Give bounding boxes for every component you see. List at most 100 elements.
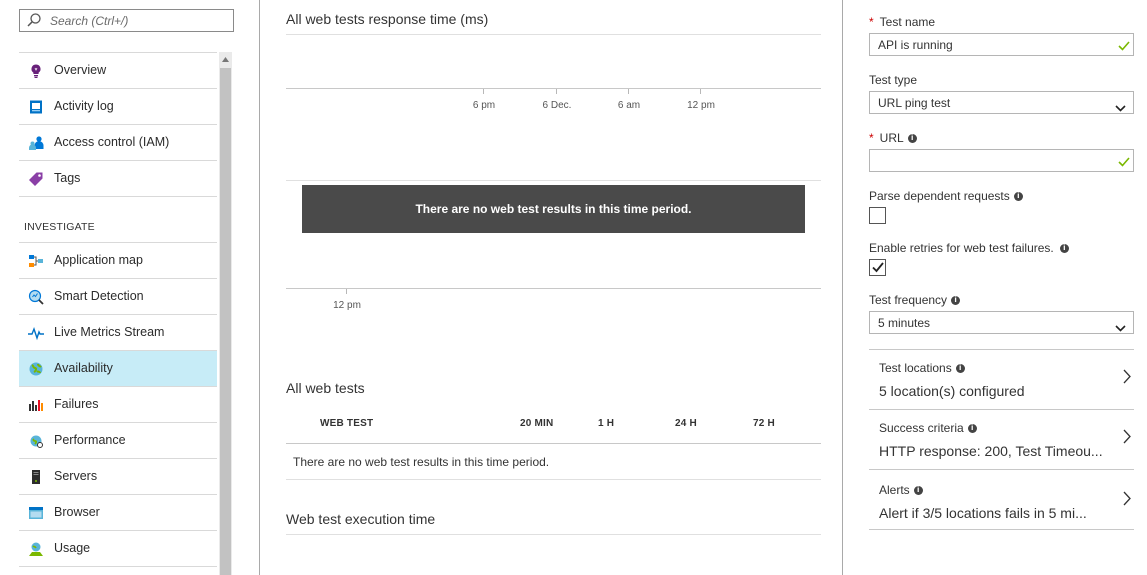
search-box[interactable]: [19, 9, 234, 32]
x-axis-tick: [483, 89, 484, 94]
nav-item-label: Live Metrics Stream: [54, 325, 165, 339]
test-frequency-value: 5 minutes: [878, 316, 931, 330]
nav-item-label: Smart Detection: [54, 289, 144, 303]
chevron-down-icon: [1115, 320, 1126, 335]
test-frequency-label: Test frequency i: [869, 293, 961, 307]
test-locations-value: 5 location(s) configured: [879, 383, 1025, 399]
test-name-input[interactable]: [878, 37, 1108, 53]
response-time-chart-title: All web tests response time (ms): [286, 11, 489, 27]
enable-retries-label: Enable retries for web test failures. i: [869, 241, 1069, 255]
url-input[interactable]: [878, 153, 1108, 169]
test-frequency-dropdown[interactable]: 5 minutes: [869, 311, 1134, 334]
info-icon[interactable]: i: [907, 133, 917, 143]
table-divider: [286, 479, 821, 480]
info-icon[interactable]: i: [913, 485, 923, 495]
info-icon[interactable]: i: [967, 423, 977, 433]
info-icon[interactable]: i: [1013, 191, 1023, 201]
nav-item-servers[interactable]: Servers: [19, 458, 217, 494]
nav-item-access-control[interactable]: Access control (IAM): [19, 124, 217, 160]
info-icon[interactable]: i: [1059, 243, 1069, 253]
nav-item-label: Activity log: [54, 99, 114, 113]
parse-dependent-checkbox[interactable]: [869, 207, 886, 224]
enable-retries-checkbox[interactable]: [869, 259, 886, 276]
browser-icon: [28, 505, 44, 521]
chevron-right-icon: [1123, 429, 1131, 447]
x-axis-tick-label: 6 Dec.: [542, 100, 572, 111]
column-header-web-test[interactable]: WEB TEST: [320, 418, 373, 429]
url-field[interactable]: [869, 149, 1134, 172]
server-icon: [28, 469, 44, 485]
info-icon[interactable]: i: [951, 295, 961, 305]
required-star-icon: *: [869, 131, 874, 145]
x-axis-tick-label: 12 pm: [687, 100, 715, 111]
success-criteria-blade[interactable]: Success criteria i HTTP response: 200, T…: [869, 409, 1134, 469]
caret-up-icon: [222, 57, 229, 62]
globe-icon: [28, 361, 44, 377]
x-axis-tick-label: 6 pm: [472, 100, 496, 111]
performance-icon: [28, 433, 44, 449]
alerts-blade[interactable]: Alerts i Alert if 3/5 locations fails in…: [869, 469, 1134, 529]
pane-divider: [842, 0, 843, 575]
success-criteria-value: HTTP response: 200, Test Timeou...: [879, 443, 1103, 459]
valid-check-icon: [1118, 155, 1130, 170]
test-name-field[interactable]: [869, 33, 1134, 56]
x-axis-tick-label: 12 pm: [333, 300, 361, 311]
nav-item-browser[interactable]: Browser: [19, 494, 217, 530]
lower-chart-x-axis: [286, 288, 821, 289]
x-axis-tick: [700, 89, 701, 94]
nav-scrollbar[interactable]: [219, 52, 232, 575]
x-axis-tick: [346, 289, 347, 294]
chart-gridline: [286, 34, 821, 35]
x-axis-tick: [556, 89, 557, 94]
alerts-label: Alerts i: [879, 483, 923, 497]
people-icon: [28, 135, 44, 151]
column-header-1-h[interactable]: 1 H: [598, 418, 614, 429]
nav-item-smart-detection[interactable]: Smart Detection: [19, 278, 217, 314]
nav-item-overview[interactable]: Overview: [19, 52, 217, 88]
x-axis-tick: [628, 89, 629, 94]
test-type-dropdown[interactable]: URL ping test: [869, 91, 1134, 114]
column-header-24-h[interactable]: 24 H: [675, 418, 697, 429]
valid-check-icon: [1118, 39, 1130, 54]
nav-item-label: Servers: [54, 469, 98, 483]
chevron-right-icon: [1123, 491, 1131, 509]
scroll-thumb[interactable]: [220, 68, 231, 575]
nav-item-failures[interactable]: Failures: [19, 386, 217, 422]
app-map-icon: [28, 253, 44, 269]
log-icon: [28, 99, 44, 115]
nav-item-label: Failures: [54, 397, 99, 411]
x-axis-tick-label: 6 am: [617, 100, 641, 111]
test-locations-blade[interactable]: Test locations i 5 location(s) configure…: [869, 349, 1134, 409]
nav-item-activity-log[interactable]: Activity log: [19, 88, 217, 124]
column-header-20-min[interactable]: 20 MIN: [520, 418, 553, 429]
column-header-72-h[interactable]: 72 H: [753, 418, 775, 429]
chevron-down-icon: [1115, 100, 1126, 115]
required-star-icon: *: [869, 15, 874, 29]
usage-icon: [28, 541, 44, 557]
nav-item-label: Tags: [54, 171, 81, 185]
table-header-divider: [286, 443, 821, 444]
url-label: * URL i: [869, 131, 917, 145]
no-results-banner: There are no web test results in this ti…: [302, 185, 805, 233]
nav-item-label: Overview: [54, 63, 107, 77]
failures-chart-icon: [28, 397, 44, 413]
nav-item-tags[interactable]: Tags: [19, 160, 217, 196]
nav-divider: [19, 196, 217, 197]
checkmark-icon: [872, 262, 884, 273]
nav-item-availability[interactable]: Availability: [19, 350, 217, 386]
blade-divider: [869, 529, 1134, 530]
search-input[interactable]: [50, 12, 228, 29]
search-icon: [26, 12, 42, 31]
lightbulb-icon: [28, 63, 44, 79]
nav-item-label: Availability: [54, 361, 113, 375]
info-icon[interactable]: i: [955, 363, 965, 373]
nav-item-application-map[interactable]: Application map: [19, 242, 217, 278]
scroll-up-button[interactable]: [219, 52, 232, 66]
test-type-label: Test type: [869, 73, 918, 87]
test-type-value: URL ping test: [878, 96, 951, 110]
nav-item-live-metrics[interactable]: Live Metrics Stream: [19, 314, 217, 350]
nav-item-usage[interactable]: Usage: [19, 530, 217, 566]
nav-item-performance[interactable]: Performance: [19, 422, 217, 458]
smart-detection-icon: [28, 289, 44, 305]
execution-time-chart-title: Web test execution time: [286, 511, 436, 527]
